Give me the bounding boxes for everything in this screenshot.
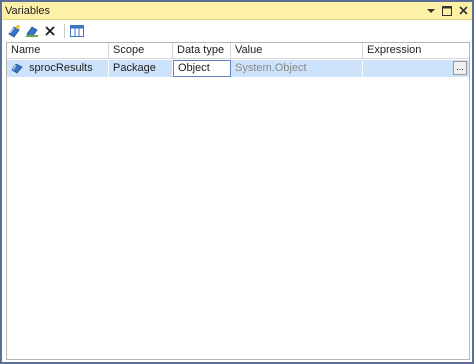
dropdown-arrow-icon[interactable] bbox=[424, 4, 438, 18]
column-header-scope[interactable]: Scope bbox=[109, 43, 173, 59]
toolbar-separator bbox=[64, 24, 65, 38]
cell-scope[interactable]: Package bbox=[109, 60, 173, 77]
maximize-icon[interactable] bbox=[440, 4, 454, 18]
window-titlebar[interactable]: Variables bbox=[2, 2, 472, 20]
grid-options-icon[interactable] bbox=[69, 23, 85, 39]
column-header-value[interactable]: Value bbox=[231, 43, 363, 59]
delete-variable-icon[interactable] bbox=[42, 23, 58, 39]
variable-icon bbox=[11, 62, 23, 74]
cell-value[interactable]: System.Object bbox=[231, 60, 363, 77]
column-header-expression[interactable]: Expression bbox=[363, 43, 469, 59]
cell-expression[interactable]: ... bbox=[363, 60, 469, 77]
move-variable-icon[interactable] bbox=[24, 23, 40, 39]
window-title: Variables bbox=[5, 4, 51, 17]
variables-toolbar bbox=[2, 21, 472, 41]
table-row[interactable]: sprocResults Package Object System.Objec… bbox=[7, 60, 469, 77]
cell-name[interactable]: sprocResults bbox=[25, 60, 109, 77]
grid-header-row: Name Scope Data type Value Expression bbox=[7, 43, 469, 59]
variables-window: Variables Name Scope Data type Value Exp… bbox=[0, 0, 474, 364]
variables-grid: Name Scope Data type Value Expression sp… bbox=[6, 42, 470, 360]
column-header-data-type[interactable]: Data type bbox=[173, 43, 231, 59]
close-icon[interactable] bbox=[456, 4, 470, 18]
column-header-name[interactable]: Name bbox=[7, 43, 109, 59]
cell-data-type-editor[interactable]: Object bbox=[173, 60, 231, 77]
add-variable-icon[interactable] bbox=[6, 23, 22, 39]
expression-builder-button[interactable]: ... bbox=[453, 61, 467, 75]
